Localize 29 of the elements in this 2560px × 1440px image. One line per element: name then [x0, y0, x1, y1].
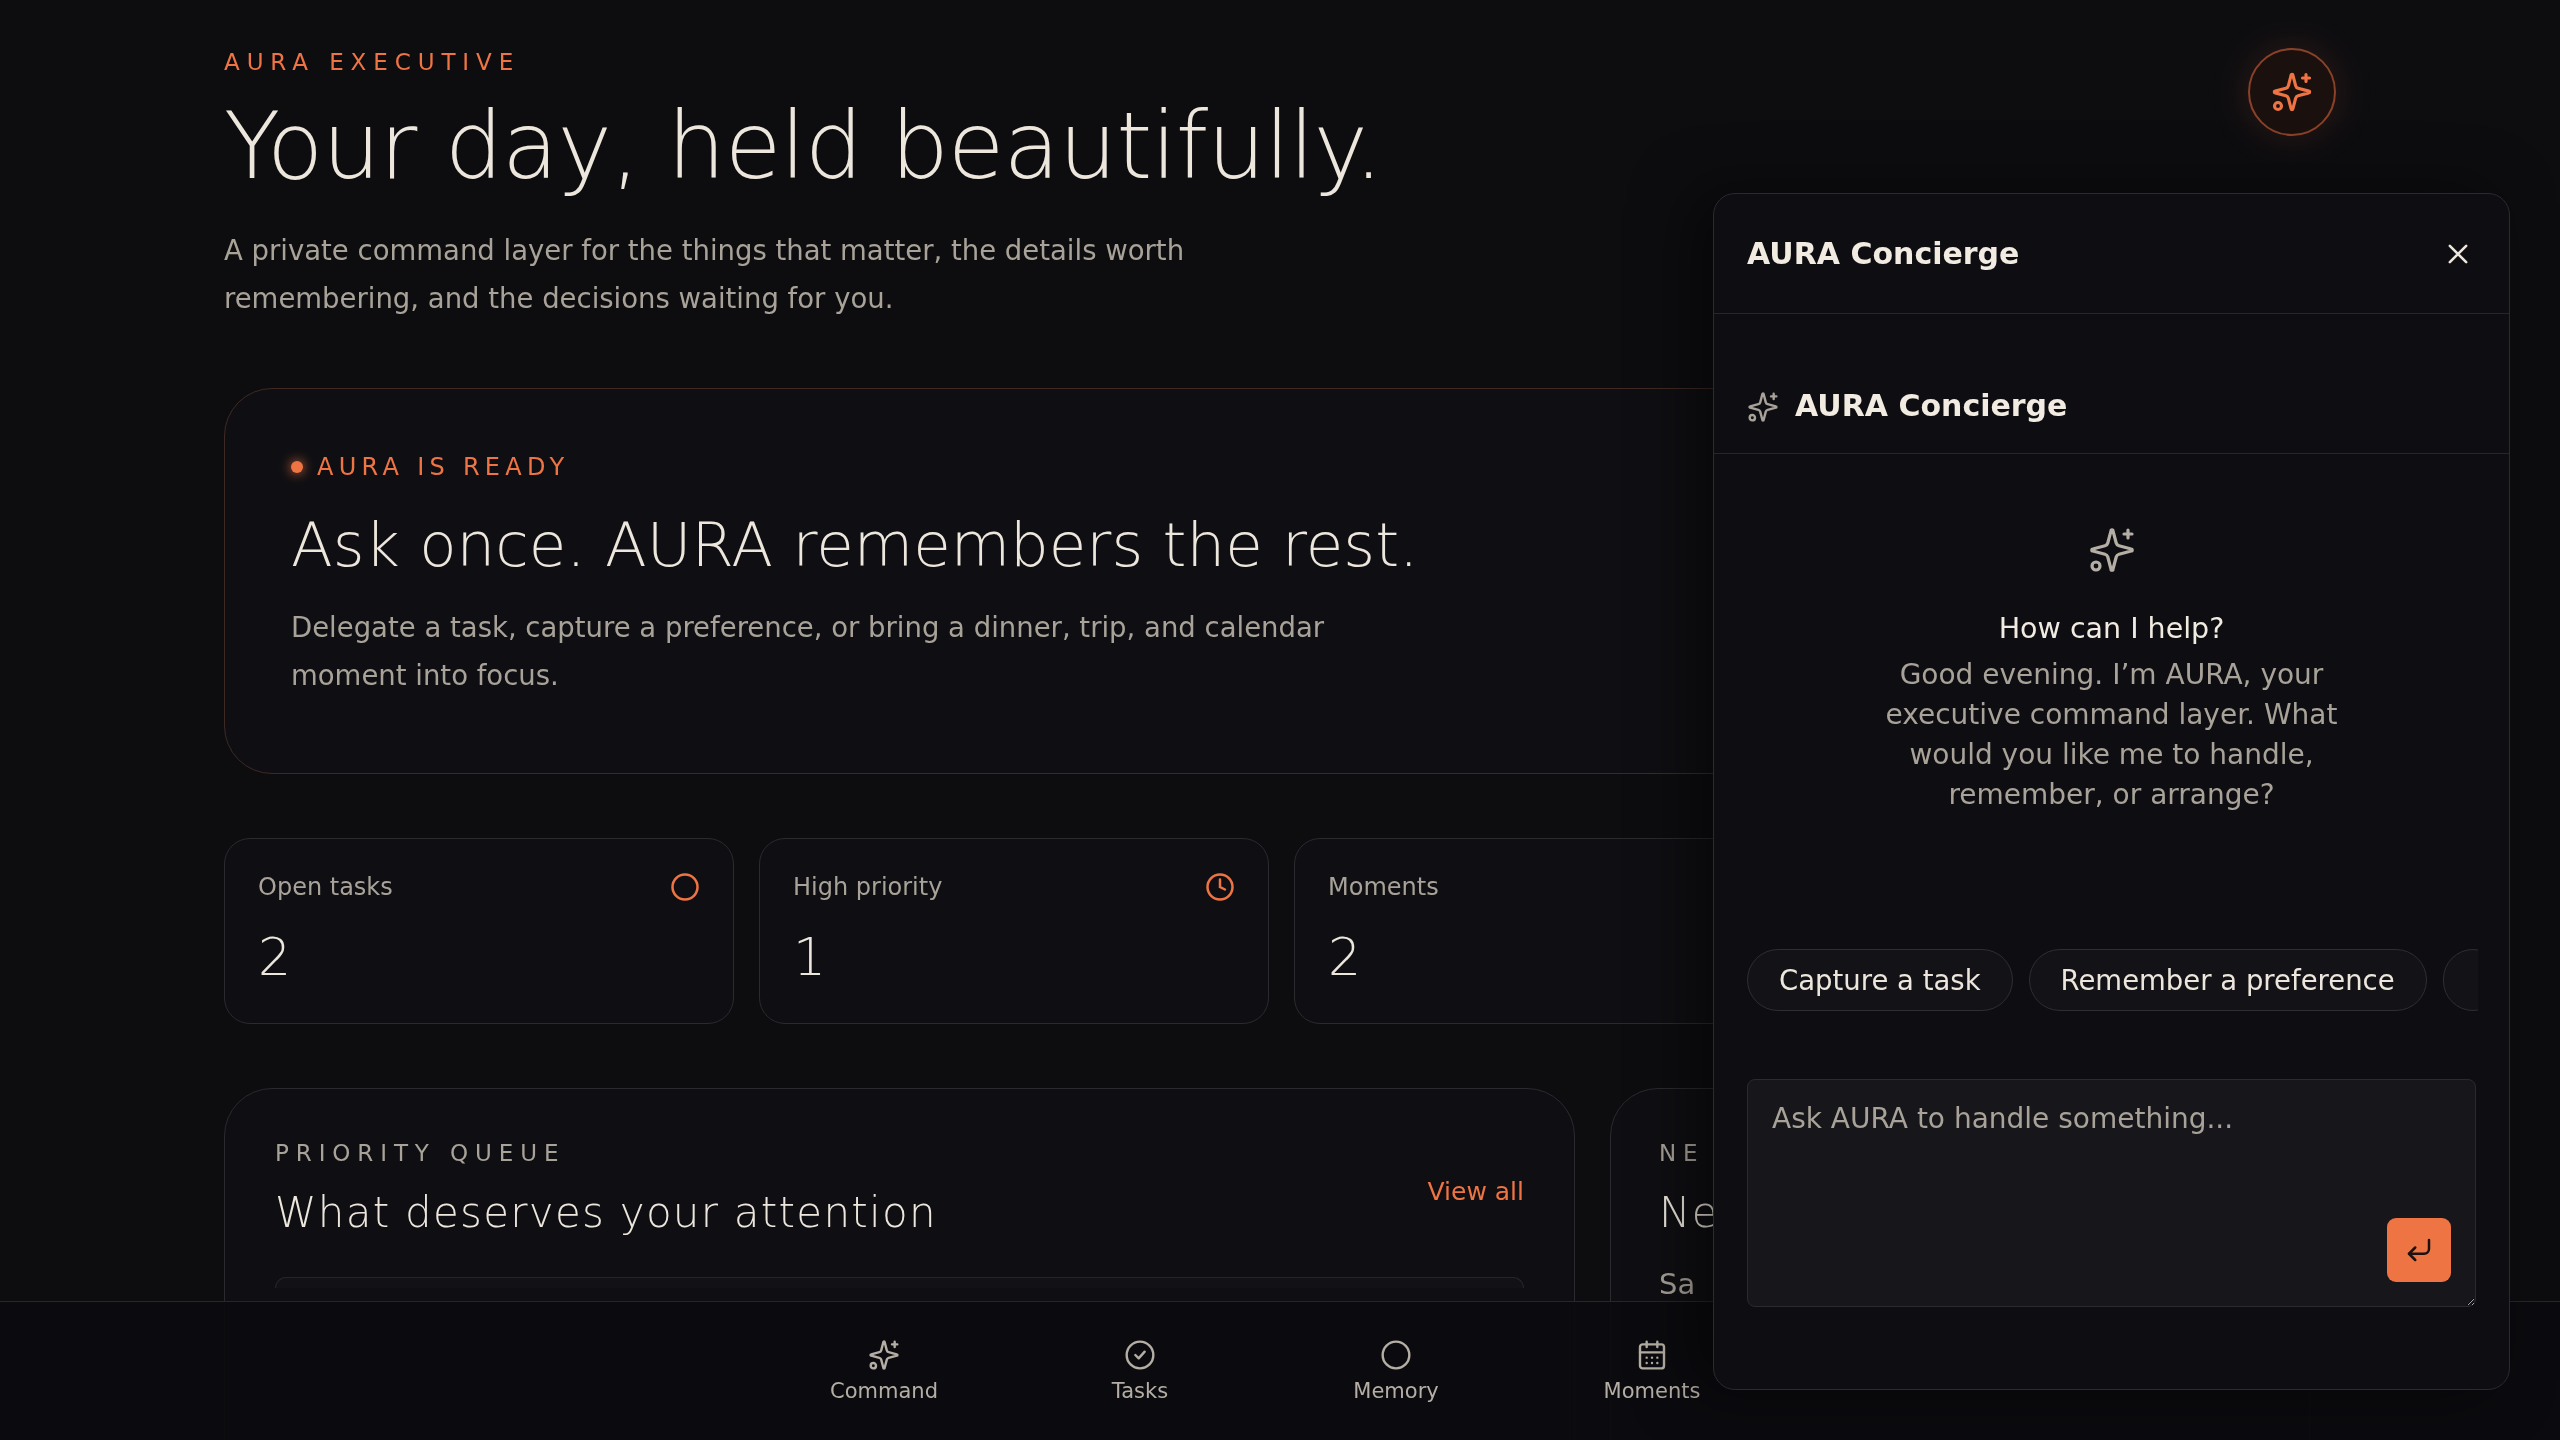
view-all-link[interactable]: View all [1427, 1176, 1524, 1206]
assistant-name: AURA Concierge [1795, 388, 2068, 423]
section-eyebrow: NE [1659, 1141, 1706, 1165]
stat-value: 2 [1328, 927, 1363, 987]
nav-item[interactable]: Moments [1597, 1339, 1707, 1403]
nav-item[interactable]: Memory [1341, 1339, 1451, 1403]
stat-label: Open tasks [258, 873, 393, 901]
message-field[interactable]: Ask AURA to handle something... [1747, 1079, 2476, 1307]
next-text: Sa [1659, 1267, 1697, 1301]
stat-value: 2 [258, 927, 293, 987]
page-subtitle: A private command layer for the things that matter, the details worth remembering, and the decisions waiting for you. [224, 233, 1186, 316]
greeting-text: Good evening. I’m AURA, your executive command layer. What would you like me to handle, remember, or arrange? [1884, 657, 2339, 813]
stat-label: Moments [1328, 873, 1439, 901]
suggestion-chip[interactable]: Capture a task [1747, 949, 2013, 1011]
stat-value: 1 [793, 927, 828, 987]
suggestion-chip[interactable]: Remember a preference [2028, 949, 2427, 1011]
nav-item[interactable]: Command [829, 1339, 939, 1403]
section-eyebrow: PRIORITY QUEUE [275, 1141, 567, 1165]
nav-item[interactable]: Tasks [1085, 1339, 1195, 1403]
page-title: Your day, held beautifully. [224, 92, 1383, 202]
section-title: What deserves your attention [275, 1187, 937, 1239]
stat-label: High priority [793, 873, 943, 901]
panel-title: AURA Concierge [1747, 236, 2020, 271]
status-label: AURA IS READY [317, 453, 570, 481]
empty-title: How can I help? [1998, 612, 2225, 645]
status-heading: Ask once. AURA remembers the rest. [291, 509, 1419, 581]
section-title: Ne [1659, 1187, 1720, 1239]
eyebrow-label: AURA EXECUTIVE [224, 50, 522, 74]
status-text: Delegate a task, capture a preference, or bring a dinner, trip, and calendar moment into focus. [291, 610, 1326, 693]
